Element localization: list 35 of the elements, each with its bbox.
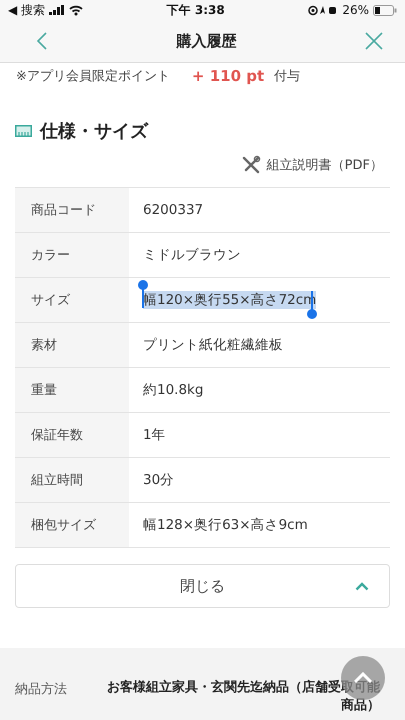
chevron-icon (355, 582, 369, 590)
spec-label: 重量 (15, 368, 129, 412)
spec-label: カラー (15, 233, 129, 277)
points-label: ※アプリ会員限定ポイント (16, 68, 170, 85)
spec-value: 30分 (143, 471, 174, 489)
back-icon[interactable] (36, 31, 48, 51)
battery-icon (373, 4, 397, 16)
battery-percent: 26% (342, 3, 369, 17)
tools-icon (240, 155, 261, 175)
wifi-icon (69, 4, 84, 16)
status-time: 下午 3:38 (166, 2, 225, 18)
spec-value: 6200337 (143, 202, 204, 218)
spec-label: 組立時間 (15, 458, 129, 502)
spec-value: 1年 (143, 426, 166, 444)
spec-label: サイズ (15, 278, 129, 322)
spec-value: ミドルブラウン (143, 246, 241, 264)
spec-label: 素材 (15, 323, 129, 367)
spec-label: 商品コード (15, 188, 129, 232)
close-icon[interactable] (365, 32, 383, 50)
spec-label: 保証年数 (15, 413, 129, 457)
spec-label: 梱包サイズ (15, 503, 129, 547)
signal-icon (49, 5, 66, 15)
ruler-icon (15, 125, 32, 137)
nav-title: 購入履歴 (176, 32, 236, 50)
spec-value: 約10.8kg (143, 381, 204, 399)
section-title: 仕様・サイズ (40, 120, 148, 143)
spec-value: プリント紙化粧繊維板 (143, 336, 283, 354)
status-back-label[interactable]: ◀ 搜索 (8, 2, 46, 18)
manual-pdf-link[interactable]: 組立説明書（PDF） (240, 155, 383, 175)
alarm-icon (308, 4, 338, 16)
delivery-label: 納品方法 (15, 681, 68, 698)
points-value: + 110 pt (192, 67, 264, 85)
close-button[interactable]: 閉じる (15, 564, 390, 608)
spec-value: 幅128×奥行63×高さ9cm (143, 516, 308, 534)
points-suffix: 付与 (274, 68, 300, 85)
